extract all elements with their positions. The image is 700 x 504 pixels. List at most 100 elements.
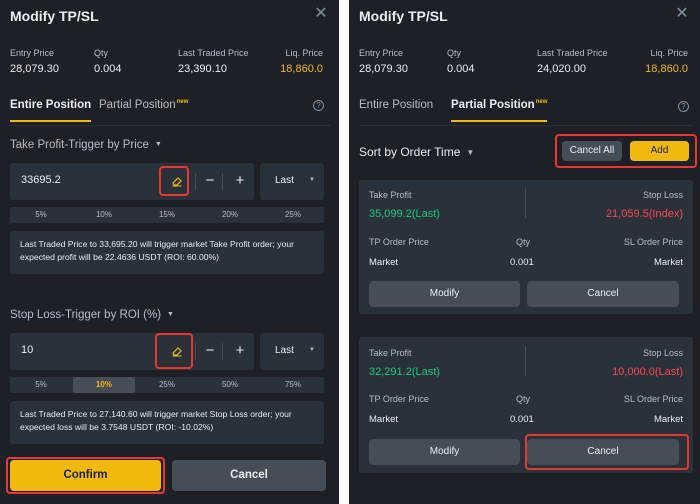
- stop-loss-label: Stop Loss: [642, 348, 683, 358]
- take-profit-input[interactable]: 33695.2 − +: [10, 163, 254, 200]
- modify-tpsl-dialog-entire: Modify TP/SL ✕ Entry Price 28,079.30 Qty…: [0, 0, 339, 504]
- position-tabs: Entire Position Partial Positionnew: [10, 99, 330, 125]
- tp-order-price-label: TP Order Price: [369, 237, 429, 247]
- tab-entire-position[interactable]: Entire Position: [359, 99, 433, 111]
- qty-label: Qty: [447, 48, 462, 58]
- entry-price-label: Entry Price: [359, 48, 404, 58]
- dialog-title: Modify TP/SL: [10, 8, 99, 24]
- tab-entire-position[interactable]: Entire Position: [10, 99, 92, 122]
- stop-loss-info: Last Traded Price to 27,140.60 will trig…: [10, 401, 324, 444]
- stop-loss-trigger-dropdown[interactable]: Stop Loss-Trigger by ROI (%) ▼: [10, 309, 174, 321]
- close-icon[interactable]: ✕: [313, 5, 329, 23]
- last-traded-stat: Last Traded Price 24,020.00: [537, 48, 608, 75]
- tp-percent-option[interactable]: 25%: [262, 207, 324, 223]
- entry-price-label: Entry Price: [10, 48, 55, 58]
- stop-loss-label: Stop Loss: [642, 190, 683, 200]
- close-icon[interactable]: ✕: [674, 5, 690, 23]
- stop-loss-input[interactable]: 10 − +: [10, 333, 254, 370]
- tp-percent-option[interactable]: 5%: [10, 207, 72, 223]
- sl-percent-option[interactable]: 5%: [10, 377, 72, 393]
- sl-percent-option-selected[interactable]: 10%: [73, 377, 135, 393]
- liq-price-value: 18,860.0: [280, 63, 323, 75]
- stop-loss-value: 21,059.5(Index): [605, 208, 683, 220]
- decrement-button[interactable]: −: [201, 171, 219, 191]
- modify-button[interactable]: Modify: [369, 281, 520, 307]
- sl-percent-option[interactable]: 25%: [136, 377, 198, 393]
- sl-percent-option[interactable]: 75%: [262, 377, 324, 393]
- decrement-button[interactable]: −: [201, 341, 219, 361]
- qty-value: 0.004: [447, 63, 475, 75]
- add-button[interactable]: Add: [630, 141, 689, 161]
- entry-price-value: 28,079.30: [10, 63, 59, 75]
- qty-value: 0.004: [94, 63, 122, 75]
- liq-price-stat: Liq. Price 18,860.0: [645, 48, 688, 75]
- tp-percent-option[interactable]: 15%: [136, 207, 198, 223]
- sort-by-order-time-dropdown[interactable]: Sort by Order Time ▼: [359, 145, 474, 159]
- stepper-divider: [195, 343, 196, 360]
- liq-price-label: Liq. Price: [650, 48, 688, 58]
- chevron-down-icon: ▼: [309, 347, 315, 353]
- qty-value: 0.001: [510, 257, 534, 268]
- qty-stat: Qty 0.004: [447, 48, 475, 75]
- new-badge: new: [535, 99, 548, 105]
- help-icon[interactable]: ?: [678, 101, 689, 112]
- eraser-icon[interactable]: [170, 344, 184, 358]
- liq-price-value: 18,860.0: [645, 63, 688, 75]
- stop-loss-value: 10,000.0(Last): [612, 366, 683, 378]
- cancel-button[interactable]: Cancel: [172, 460, 326, 491]
- qty-stat: Qty 0.004: [94, 48, 122, 75]
- stepper-divider: [222, 173, 223, 190]
- take-profit-price-type-select[interactable]: Last ▼: [260, 163, 324, 200]
- increment-button[interactable]: +: [231, 171, 249, 191]
- take-profit-percent-row: 5% 10% 15% 20% 25%: [10, 207, 324, 223]
- dialog-title: Modify TP/SL: [359, 8, 448, 24]
- card-divider: [525, 188, 526, 218]
- last-traded-stat: Last Traded Price 23,390.10: [178, 48, 249, 75]
- take-profit-info: Last Traded Price to 33,695.20 will trig…: [10, 231, 324, 274]
- sl-order-price-label: SL Order Price: [623, 394, 683, 404]
- cancel-all-button[interactable]: Cancel All: [562, 141, 622, 161]
- take-profit-label: Take Profit: [369, 348, 412, 358]
- chevron-down-icon: ▼: [154, 141, 162, 149]
- sl-order-price-value: Market: [653, 414, 683, 425]
- confirm-button[interactable]: Confirm: [10, 460, 161, 491]
- modify-button[interactable]: Modify: [369, 439, 520, 465]
- sl-order-price-value: Market: [653, 257, 683, 268]
- take-profit-label: Take Profit: [369, 190, 412, 200]
- order-card: Take Profit Stop Loss 35,099.2(Last) 21,…: [359, 180, 693, 314]
- sl-percent-option[interactable]: 50%: [199, 377, 261, 393]
- stepper-divider: [222, 343, 223, 360]
- entry-price-stat: Entry Price 28,079.30: [359, 48, 408, 75]
- last-traded-value: 24,020.00: [537, 63, 586, 75]
- take-profit-trigger-dropdown[interactable]: Take Profit-Trigger by Price ▼: [10, 139, 162, 151]
- qty-value: 0.001: [510, 414, 534, 425]
- entry-price-stat: Entry Price 28,079.30: [10, 48, 59, 75]
- stop-loss-value[interactable]: 10: [21, 344, 33, 356]
- new-badge: new: [176, 99, 189, 105]
- liq-price-label: Liq. Price: [285, 48, 323, 58]
- take-profit-value[interactable]: 33695.2: [21, 174, 61, 186]
- tab-divider: [10, 125, 330, 126]
- help-icon[interactable]: ?: [313, 100, 324, 111]
- last-traded-label: Last Traded Price: [178, 48, 249, 58]
- qty-label: Qty: [94, 48, 109, 58]
- eraser-icon[interactable]: [170, 174, 184, 188]
- tab-partial-position[interactable]: Partial Positionnew: [451, 99, 548, 122]
- cancel-order-button[interactable]: Cancel: [527, 281, 679, 307]
- tp-order-price-value: Market: [369, 414, 399, 425]
- tp-percent-option[interactable]: 20%: [199, 207, 261, 223]
- qty-label: Qty: [516, 394, 531, 404]
- tab-partial-position[interactable]: Partial Positionnew: [99, 99, 188, 111]
- stop-loss-percent-row: 5% 10% 25% 50% 75%: [10, 377, 324, 393]
- stop-loss-price-type-select[interactable]: Last ▼: [260, 333, 324, 370]
- liq-price-stat: Liq. Price 18,860.0: [280, 48, 323, 75]
- stepper-divider: [195, 173, 196, 190]
- cancel-order-button[interactable]: Cancel: [527, 439, 679, 465]
- qty-label: Qty: [516, 237, 531, 247]
- tp-percent-option[interactable]: 10%: [73, 207, 135, 223]
- tp-order-price-value: Market: [369, 257, 399, 268]
- tab-divider: [359, 125, 693, 126]
- increment-button[interactable]: +: [231, 341, 249, 361]
- last-traded-value: 23,390.10: [178, 63, 227, 75]
- position-tabs: Entire Position Partial Positionnew: [359, 99, 689, 125]
